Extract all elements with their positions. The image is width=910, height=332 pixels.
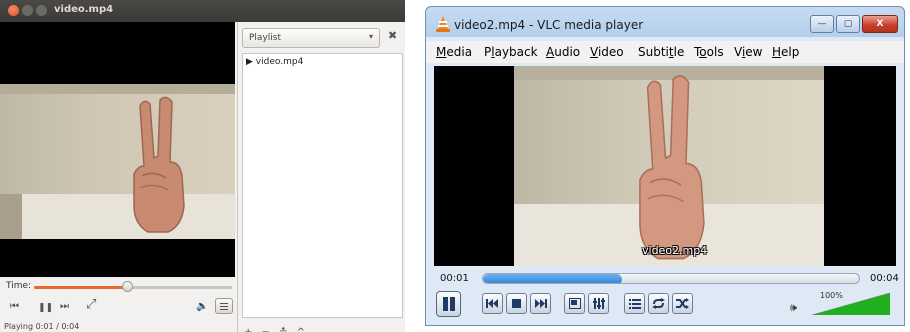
previous-button[interactable] bbox=[482, 293, 503, 314]
playlist-panel: Playlist ▾ ✖ ▶ video.mp4 + − ≛ ^ ⌄ bbox=[237, 22, 405, 332]
menu-help[interactable]: Help bbox=[772, 45, 799, 59]
skip-forward-icon bbox=[535, 299, 547, 308]
stop-button[interactable] bbox=[506, 293, 527, 314]
playlist-icon bbox=[628, 298, 641, 309]
fullscreen-button[interactable] bbox=[564, 293, 585, 314]
control-bar: 🕪 100% bbox=[426, 289, 904, 325]
pause-button[interactable]: ❚❚ bbox=[38, 303, 53, 313]
vlc-screenshot-area: video2.mp4 - VLC media player — ▢ X Medi… bbox=[420, 0, 910, 332]
loop-button[interactable] bbox=[648, 293, 669, 314]
pause-icon bbox=[442, 297, 448, 311]
vlc-window: video2.mp4 - VLC media player — ▢ X Medi… bbox=[425, 6, 905, 326]
playlist-selector-label: Playlist bbox=[249, 33, 281, 43]
extended-settings-button[interactable] bbox=[588, 293, 609, 314]
title-bar: video2.mp4 - VLC media player — ▢ X bbox=[426, 7, 904, 39]
playlist-item-label: video.mp4 bbox=[255, 57, 304, 67]
title-bar: video.mp4 bbox=[0, 0, 405, 22]
play-marker-icon: ▶ bbox=[246, 57, 253, 67]
volume-icon[interactable]: 🔈 bbox=[196, 301, 208, 312]
menu-media[interactable]: Media bbox=[436, 45, 472, 59]
seek-slider[interactable] bbox=[34, 281, 232, 292]
video-filename-overlay: video2.mp4 bbox=[642, 244, 708, 257]
video-area[interactable]: video2.mp4 bbox=[434, 66, 896, 266]
seek-handle[interactable] bbox=[122, 281, 134, 292]
menu-video[interactable]: Video bbox=[590, 45, 624, 59]
playlist-item[interactable]: ▶ video.mp4 bbox=[246, 57, 303, 67]
ubuntu-video-player-window: video.mp4 Time: ⏮ ❚❚ ⏭ ⤢ 🔈 Playing 0:01 … bbox=[0, 0, 405, 332]
total-time: 00:04 bbox=[870, 273, 899, 284]
close-window-button[interactable]: X bbox=[862, 15, 898, 33]
status-text: Playing 0:01 / 0:04 bbox=[4, 322, 80, 331]
next-button[interactable] bbox=[530, 293, 551, 314]
menu-audio[interactable]: Audio bbox=[546, 45, 580, 59]
playlist-list: ▶ video.mp4 bbox=[242, 53, 403, 318]
shuffle-button[interactable] bbox=[672, 293, 693, 314]
menu-playback[interactable]: Playback bbox=[484, 45, 538, 59]
skip-back-icon bbox=[486, 299, 498, 308]
minimize-window-button[interactable] bbox=[22, 5, 33, 16]
equalizer-icon bbox=[592, 298, 605, 309]
video-frame bbox=[514, 66, 824, 266]
next-track-button[interactable]: ⏭ bbox=[60, 301, 69, 312]
playlist-toggle-button[interactable] bbox=[215, 298, 233, 314]
fullscreen-button[interactable]: ⤢ bbox=[86, 297, 96, 312]
fullscreen-icon bbox=[568, 298, 581, 309]
close-window-button[interactable] bbox=[8, 5, 19, 16]
vlc-cone-icon bbox=[436, 16, 450, 32]
close-playlist-icon[interactable]: ✖ bbox=[388, 29, 397, 42]
minimize-window-button[interactable]: — bbox=[810, 15, 834, 33]
pause-button[interactable] bbox=[436, 291, 461, 317]
menu-tools[interactable]: Tools bbox=[694, 45, 724, 59]
shuffle-icon bbox=[676, 298, 689, 309]
menu-bar: Media Playback Audio Video Subtitle Tool… bbox=[426, 41, 904, 63]
time-label: Time: bbox=[6, 281, 32, 291]
video-frame bbox=[0, 84, 235, 239]
stop-icon bbox=[512, 299, 521, 308]
menu-view[interactable]: View bbox=[734, 45, 763, 59]
hand-peace-sign-image bbox=[639, 75, 705, 260]
volume-slider[interactable] bbox=[812, 293, 890, 315]
video-area[interactable] bbox=[0, 22, 235, 277]
loop-icon bbox=[652, 298, 665, 309]
seek-progress bbox=[34, 286, 128, 289]
previous-track-button[interactable]: ⏮ bbox=[10, 301, 19, 312]
menu-subtitle[interactable]: Subtitle bbox=[638, 45, 684, 59]
window-title: video2.mp4 - VLC media player bbox=[454, 18, 644, 32]
seek-bar[interactable] bbox=[482, 273, 860, 284]
playlist-button[interactable] bbox=[624, 293, 645, 314]
seek-progress bbox=[483, 274, 623, 283]
maximize-window-button[interactable] bbox=[36, 5, 47, 16]
chevron-down-icon: ▾ bbox=[368, 32, 373, 41]
playlist-selector[interactable]: Playlist ▾ bbox=[242, 28, 380, 48]
elapsed-time: 00:01 bbox=[440, 273, 469, 284]
hand-peace-sign-image bbox=[133, 96, 185, 233]
window-title: video.mp4 bbox=[54, 4, 114, 15]
speaker-icon[interactable]: 🕪 bbox=[790, 301, 797, 315]
maximize-window-button[interactable]: ▢ bbox=[836, 15, 860, 33]
playlist-toolbar[interactable]: + − ≛ ^ ⌄ bbox=[244, 327, 326, 332]
